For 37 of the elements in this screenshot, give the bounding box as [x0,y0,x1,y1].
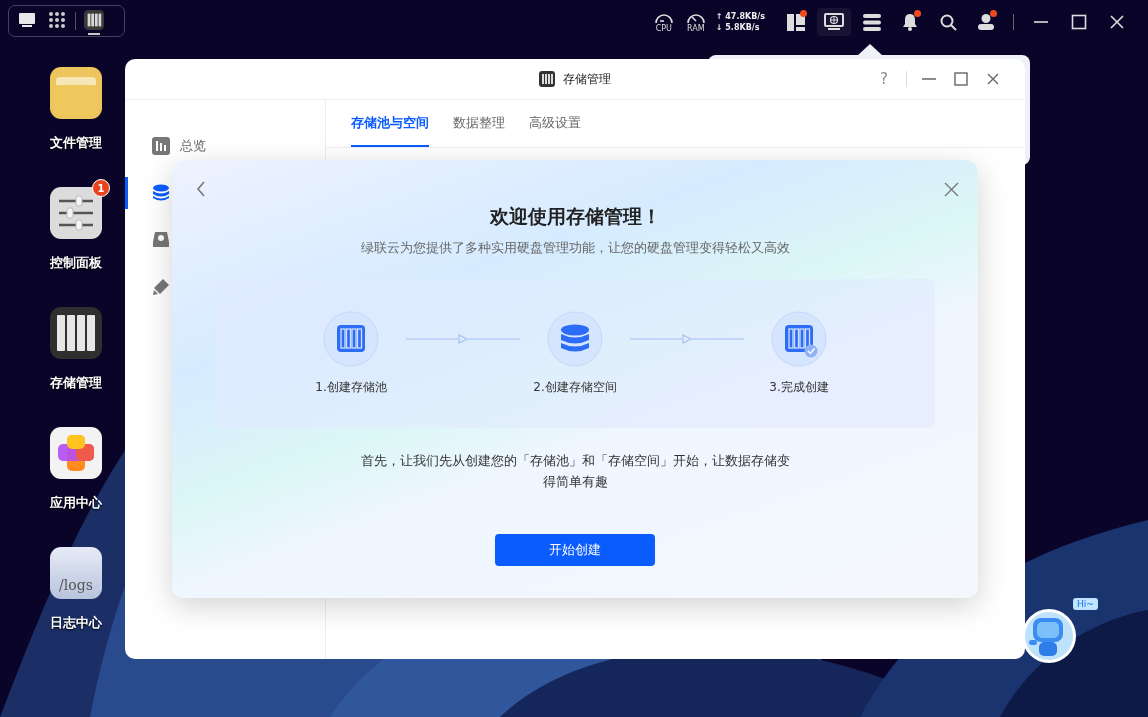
app-label[interactable]: 文件管理 [50,134,102,152]
download-speed: ↓ 5.8KB/s [715,22,761,33]
log-icon[interactable]: /logs [50,547,102,599]
monitor-icon [18,12,36,28]
storage-complete-icon [771,311,827,367]
tab[interactable]: 高级设置 [529,100,581,147]
greeting-bubble: Hi~ [1073,598,1098,610]
upload-speed: ↑ 47.8KB/s [715,11,765,22]
storage-app-button[interactable] [82,7,106,35]
bar-chart-icon [152,136,170,155]
storage-icon [539,71,555,87]
help-button[interactable]: ? [870,67,898,91]
tab[interactable]: 数据整理 [453,100,505,147]
dialog-subtitle: 绿联云为您提供了多种实用硬盘管理功能，让您的硬盘管理变得轻松又高效 [360,239,790,257]
app-label[interactable]: 存储管理 [50,374,102,392]
folder-icon[interactable] [50,67,102,119]
storage-icon[interactable] [50,307,102,359]
app-store-icon[interactable] [50,427,102,479]
start-button[interactable]: 开始创建 [495,534,655,566]
storage-pool-icon [323,311,379,367]
remote-desktop-icon[interactable] [817,8,851,36]
dialog-title: 欢迎使用存储管理！ [489,204,661,229]
step-label: 1.创建存储池 [315,379,387,396]
database-icon [152,183,170,202]
app-label[interactable]: 应用中心 [50,494,102,512]
database-icon [547,311,603,367]
step-label: 3.完成创建 [769,379,829,396]
drive-icon [152,230,170,249]
app-label[interactable]: 日志中心 [50,614,102,632]
app-label[interactable]: 控制面板 [50,254,102,272]
step-label: 2.创建存储空间 [533,379,617,396]
app-grid-icon [48,11,66,29]
storage-icon [84,9,104,31]
tab[interactable]: 存储池与空间 [351,100,429,147]
eraser-icon [152,277,170,296]
dialog-message: 首先，让我们先从创建您的「存储池」和「存储空间」开始，让数据存储变得简单有趣 [359,452,791,491]
window-title: 存储管理 [563,70,611,88]
